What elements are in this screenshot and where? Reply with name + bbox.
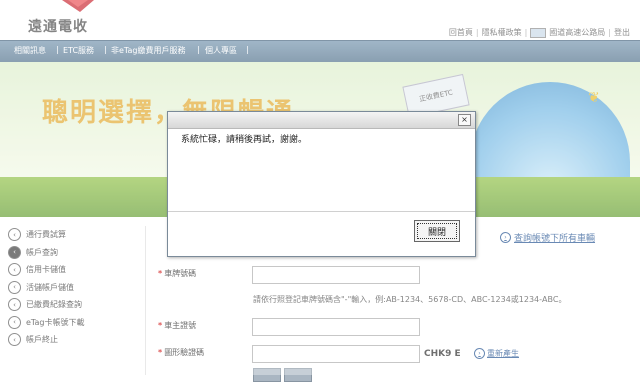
dialog-message: 系統忙碌，請稍後再試，謝謝。 <box>181 135 308 145</box>
close-icon[interactable]: × <box>458 114 471 126</box>
dialog-titlebar: × <box>168 112 475 129</box>
alert-dialog: × 系統忙碌，請稍後再試，謝謝。 關閉 <box>167 111 476 257</box>
close-button[interactable]: 關閉 <box>414 220 460 242</box>
dialog-divider <box>168 211 475 212</box>
